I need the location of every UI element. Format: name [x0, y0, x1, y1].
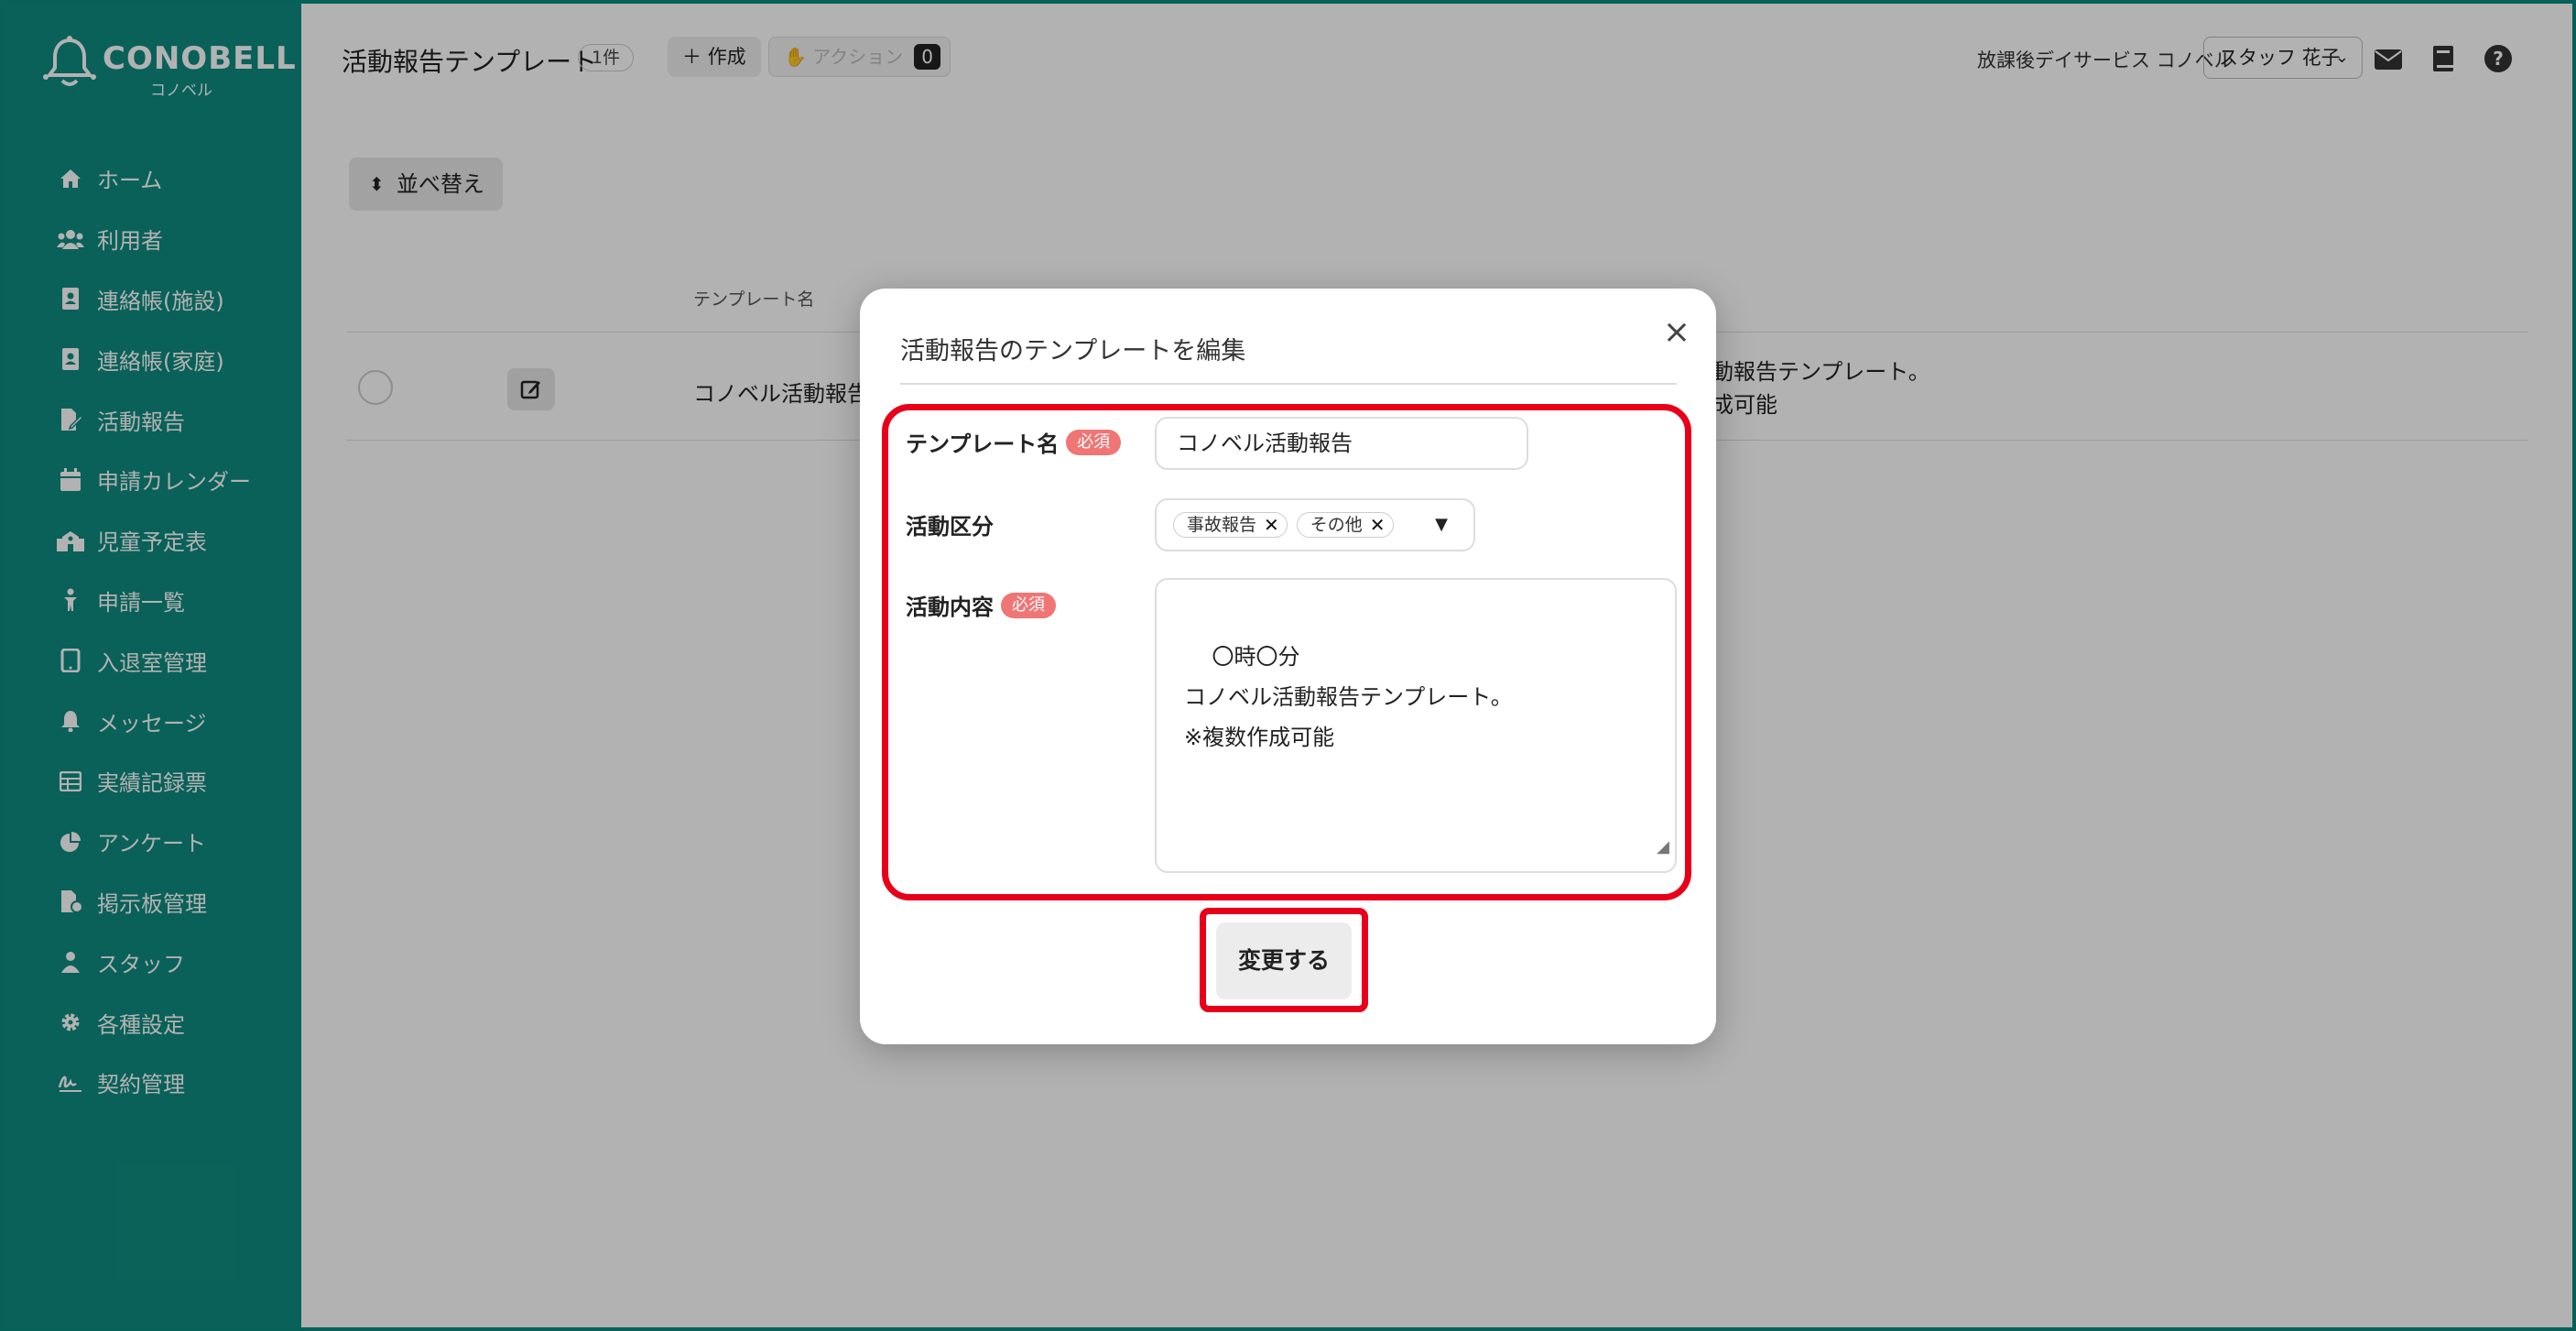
modal-divider	[900, 383, 1677, 385]
resize-grip-icon[interactable]: ◢	[1657, 827, 1669, 867]
category-select[interactable]: 事故報告 ✕ その他 ✕ ▼	[1155, 498, 1475, 551]
label-text: 活動区分	[906, 514, 994, 540]
template-name-input[interactable]: コノベル活動報告	[1155, 417, 1528, 470]
label-text: テンプレート名	[906, 431, 1060, 457]
chip-label: 事故報告	[1187, 515, 1257, 535]
category-chip[interactable]: その他 ✕	[1296, 512, 1394, 538]
edit-template-modal: 活動報告のテンプレートを編集 × テンプレート名 必須 コノベル活動報告 活動区…	[860, 289, 1716, 1044]
content-label: 活動内容 必須	[906, 589, 1056, 621]
label-text: 活動内容	[906, 595, 994, 620]
submit-button[interactable]: 変更する	[1216, 922, 1352, 999]
caret-down-icon[interactable]: ▼	[1435, 515, 1448, 534]
required-badge: 必須	[1066, 429, 1122, 455]
category-label: 活動区分	[906, 508, 994, 540]
chip-label: その他	[1310, 515, 1363, 535]
content-textarea[interactable]: 〇時〇分 コノベル活動報告テンプレート。 ※複数作成可能 ◢	[1155, 578, 1677, 873]
category-chip[interactable]: 事故報告 ✕	[1173, 512, 1288, 538]
modal-title: 活動報告のテンプレートを編集	[900, 337, 1246, 365]
close-icon[interactable]: ×	[1658, 314, 1695, 351]
required-badge: 必須	[1001, 592, 1056, 618]
template-name-label: テンプレート名 必須	[906, 426, 1122, 458]
content-text: 〇時〇分 コノベル活動報告テンプレート。 ※複数作成可能	[1184, 644, 1513, 750]
remove-icon[interactable]: ✕	[1370, 513, 1386, 537]
remove-icon[interactable]: ✕	[1264, 513, 1279, 537]
